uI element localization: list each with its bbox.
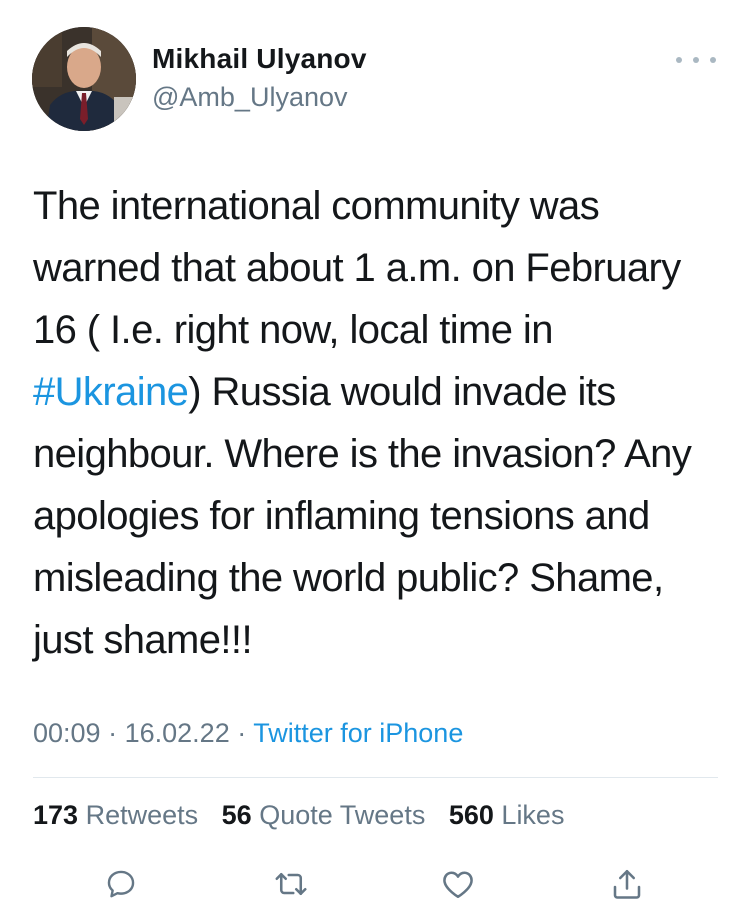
tweet-actions bbox=[0, 862, 746, 906]
author-handle[interactable]: @Amb_Ulyanov bbox=[152, 82, 348, 113]
retweet-icon bbox=[275, 872, 307, 896]
avatar-image bbox=[32, 27, 136, 131]
quote-tweets-label: Quote Tweets bbox=[259, 800, 426, 830]
author-display-name[interactable]: Mikhail Ulyanov bbox=[152, 43, 367, 75]
quote-tweets-count: 56 bbox=[221, 800, 252, 830]
reply-button[interactable] bbox=[99, 862, 143, 906]
like-button[interactable] bbox=[436, 862, 480, 906]
tweet-stats: 173 Retweets 56 Quote Tweets 560 Likes bbox=[33, 800, 580, 831]
tweet-time[interactable]: 00:09 bbox=[33, 718, 101, 748]
tweet-source-link[interactable]: Twitter for iPhone bbox=[253, 718, 463, 748]
divider bbox=[33, 777, 718, 778]
likes-label: Likes bbox=[501, 800, 565, 830]
meta-separator: · bbox=[237, 718, 247, 748]
more-icon-dot bbox=[676, 57, 682, 63]
retweets-label: Retweets bbox=[85, 800, 199, 830]
tweet-detail: Mikhail Ulyanov @Amb_Ulyanov The interna… bbox=[0, 0, 746, 924]
share-icon bbox=[613, 869, 641, 899]
more-options-button[interactable] bbox=[676, 50, 716, 70]
tweet-date[interactable]: 16.02.22 bbox=[125, 718, 230, 748]
share-button[interactable] bbox=[605, 862, 649, 906]
reply-icon bbox=[107, 870, 135, 898]
retweets-stat[interactable]: 173 Retweets bbox=[33, 800, 198, 830]
heart-icon bbox=[443, 871, 473, 899]
more-icon-dot bbox=[693, 57, 699, 63]
meta-separator: · bbox=[108, 718, 118, 748]
tweet-text: The international community was warned t… bbox=[33, 175, 723, 671]
retweet-button[interactable] bbox=[269, 862, 313, 906]
tweet-meta: 00:09 · 16.02.22 · Twitter for iPhone bbox=[33, 718, 463, 749]
likes-count: 560 bbox=[448, 800, 494, 830]
hashtag-link[interactable]: #Ukraine bbox=[33, 370, 189, 414]
more-icon-dot bbox=[710, 57, 716, 63]
avatar[interactable] bbox=[32, 27, 136, 131]
likes-stat[interactable]: 560 Likes bbox=[449, 800, 565, 830]
retweets-count: 173 bbox=[33, 800, 79, 830]
quote-tweets-stat[interactable]: 56 Quote Tweets bbox=[222, 800, 426, 830]
tweet-text-part-1: The international community was warned t… bbox=[33, 184, 692, 352]
